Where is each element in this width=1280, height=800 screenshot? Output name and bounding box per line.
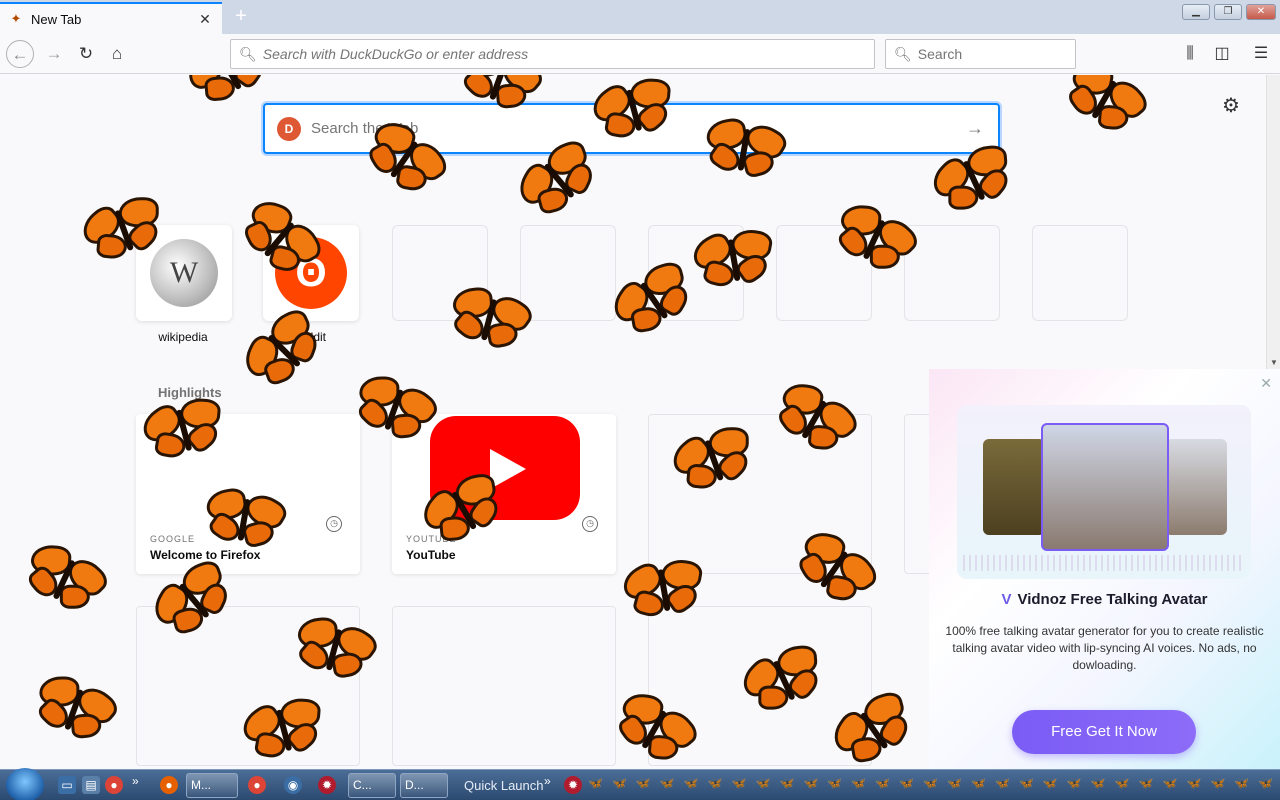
- search-bar[interactable]: 🔍︎: [885, 39, 1076, 69]
- highlight-card-empty: [648, 414, 872, 574]
- chevron-icon[interactable]: »: [544, 774, 551, 788]
- top-site-empty[interactable]: [648, 225, 744, 321]
- chevron-icon[interactable]: »: [132, 774, 139, 788]
- butterfly-icon-strip: 🦋🦋🦋🦋🦋🦋🦋🦋🦋🦋🦋🦋🦋🦋🦋🦋🦋🦋🦋🦋🦋🦋🦋🦋🦋🦋🦋🦋🦋🦋: [588, 776, 1278, 790]
- web-search-box[interactable]: D →: [263, 103, 1000, 154]
- highlight-card[interactable]: GOOGLE Welcome to Firefox ◷: [136, 414, 360, 574]
- highlight-card-empty: [392, 606, 616, 766]
- highlight-source: YOUTUBE: [406, 534, 457, 544]
- scroll-down-icon[interactable]: ▼: [1270, 358, 1278, 367]
- reddit-logo-icon: ʘ: [275, 237, 347, 309]
- url-input[interactable]: [262, 46, 874, 62]
- taskbar-task[interactable]: C...: [348, 773, 396, 798]
- restore-window-button[interactable]: ❐: [1214, 4, 1242, 20]
- navigation-toolbar: ← → ↻ ⌂ 🔍︎ 🔍︎ ⫼ ◫ ☰: [0, 34, 1280, 74]
- close-tab-icon[interactable]: ✕: [196, 11, 214, 28]
- duckduckgo-logo-icon: D: [277, 116, 301, 141]
- butterfly-sprite: [1049, 75, 1162, 153]
- ad-popup[interactable]: ✕ V Vidnoz Free Talking Avatar 100% free …: [929, 369, 1280, 769]
- butterfly-sprite: [21, 662, 130, 759]
- web-search-input[interactable]: [311, 120, 951, 137]
- sidebar-icon[interactable]: ◫: [1210, 42, 1234, 66]
- top-site-empty[interactable]: [776, 225, 872, 321]
- arrow-right-icon[interactable]: →: [966, 118, 984, 139]
- audio-waveform: [963, 555, 1245, 571]
- ad-avatar-preview: [957, 405, 1251, 579]
- search-input[interactable]: [917, 46, 1075, 62]
- highlight-card-empty: [136, 606, 360, 766]
- free-get-it-now-button[interactable]: Free Get It Now: [1012, 710, 1196, 754]
- show-desktop-icon[interactable]: ▭: [58, 776, 76, 794]
- play-icon: [490, 449, 526, 489]
- ad-title: V Vidnoz Free Talking Avatar: [929, 591, 1280, 608]
- hamburger-menu-icon[interactable]: ☰: [1249, 42, 1273, 66]
- top-site-empty[interactable]: [520, 225, 616, 321]
- chrome-icon[interactable]: ●: [248, 776, 266, 794]
- tab-title: New Tab: [31, 11, 82, 27]
- taskbar-task[interactable]: D...: [400, 773, 448, 798]
- tab-strip: ✦ New Tab ✕ + ▁ ❐ ✕: [0, 0, 1280, 34]
- new-tab-button[interactable]: +: [228, 4, 254, 30]
- butterfly-sprite: [9, 529, 120, 630]
- app-icon[interactable]: ◉: [284, 776, 302, 794]
- ad-brand-text: Vidnoz Free Talking Avatar: [1017, 591, 1208, 608]
- highlight-card[interactable]: YOUTUBE YouTube ◷: [392, 414, 616, 574]
- highlight-source: GOOGLE: [150, 534, 196, 544]
- top-site-label: reddit: [295, 330, 327, 344]
- history-clock-icon: ◷: [326, 516, 342, 532]
- highlight-title: YouTube: [406, 548, 456, 562]
- reload-icon[interactable]: ↻: [72, 40, 100, 68]
- taskbar-task[interactable]: M...: [186, 773, 238, 798]
- highlight-title: Welcome to Firefox: [150, 548, 261, 562]
- youtube-logo-icon: [430, 416, 580, 520]
- top-site-reddit[interactable]: ʘ: [263, 225, 359, 321]
- url-bar[interactable]: 🔍︎: [230, 39, 875, 69]
- avatar-thumbnail: [983, 439, 1045, 535]
- explorer-icon[interactable]: ▤: [82, 776, 100, 794]
- taskbar: ▭ ▤ ● » ● M... ● ◉ ✹ C... D... Quick Lau…: [0, 768, 1280, 800]
- ad-description: 100% free talking avatar generator for y…: [945, 624, 1264, 672]
- history-clock-icon: ◷: [582, 516, 598, 532]
- start-button-icon[interactable]: [6, 768, 44, 800]
- chrome-icon[interactable]: ●: [105, 776, 123, 794]
- forward-arrow-icon[interactable]: →: [40, 40, 68, 68]
- search-icon: 🔍︎: [894, 45, 912, 62]
- butterfly-favicon-icon: ✦: [10, 11, 22, 26]
- quick-launch-label: Quick Launch: [464, 778, 544, 793]
- avatar-thumbnail: [1165, 439, 1227, 535]
- close-icon[interactable]: ✕: [1260, 375, 1272, 392]
- library-icon[interactable]: ⫼: [1178, 42, 1202, 66]
- app-icon[interactable]: ✹: [564, 776, 582, 794]
- close-window-button[interactable]: ✕: [1246, 4, 1276, 20]
- top-site-empty[interactable]: [1032, 225, 1128, 321]
- top-site-empty[interactable]: [904, 225, 1000, 321]
- search-icon: 🔍︎: [239, 45, 257, 62]
- firefox-icon[interactable]: ●: [160, 776, 178, 794]
- wikipedia-logo-icon: W: [150, 239, 218, 307]
- home-icon[interactable]: ⌂: [103, 40, 131, 68]
- gear-icon[interactable]: ⚙: [1222, 93, 1240, 118]
- vidnoz-logo-icon: V: [1001, 591, 1012, 608]
- avatar-portrait: [1041, 423, 1169, 551]
- top-site-label: wikipedia: [158, 330, 208, 344]
- top-site-empty[interactable]: [392, 225, 488, 321]
- page-scrollbar[interactable]: ▼: [1266, 75, 1280, 369]
- app-icon[interactable]: ✹: [318, 776, 336, 794]
- top-site-wikipedia[interactable]: W: [136, 225, 232, 321]
- highlights-heading: Highlights: [158, 385, 222, 400]
- tab-new-tab[interactable]: ✦ New Tab ✕: [0, 2, 222, 34]
- minimize-window-button[interactable]: ▁: [1182, 4, 1210, 20]
- highlight-card-empty: [648, 606, 872, 766]
- back-arrow-icon[interactable]: ←: [6, 40, 34, 68]
